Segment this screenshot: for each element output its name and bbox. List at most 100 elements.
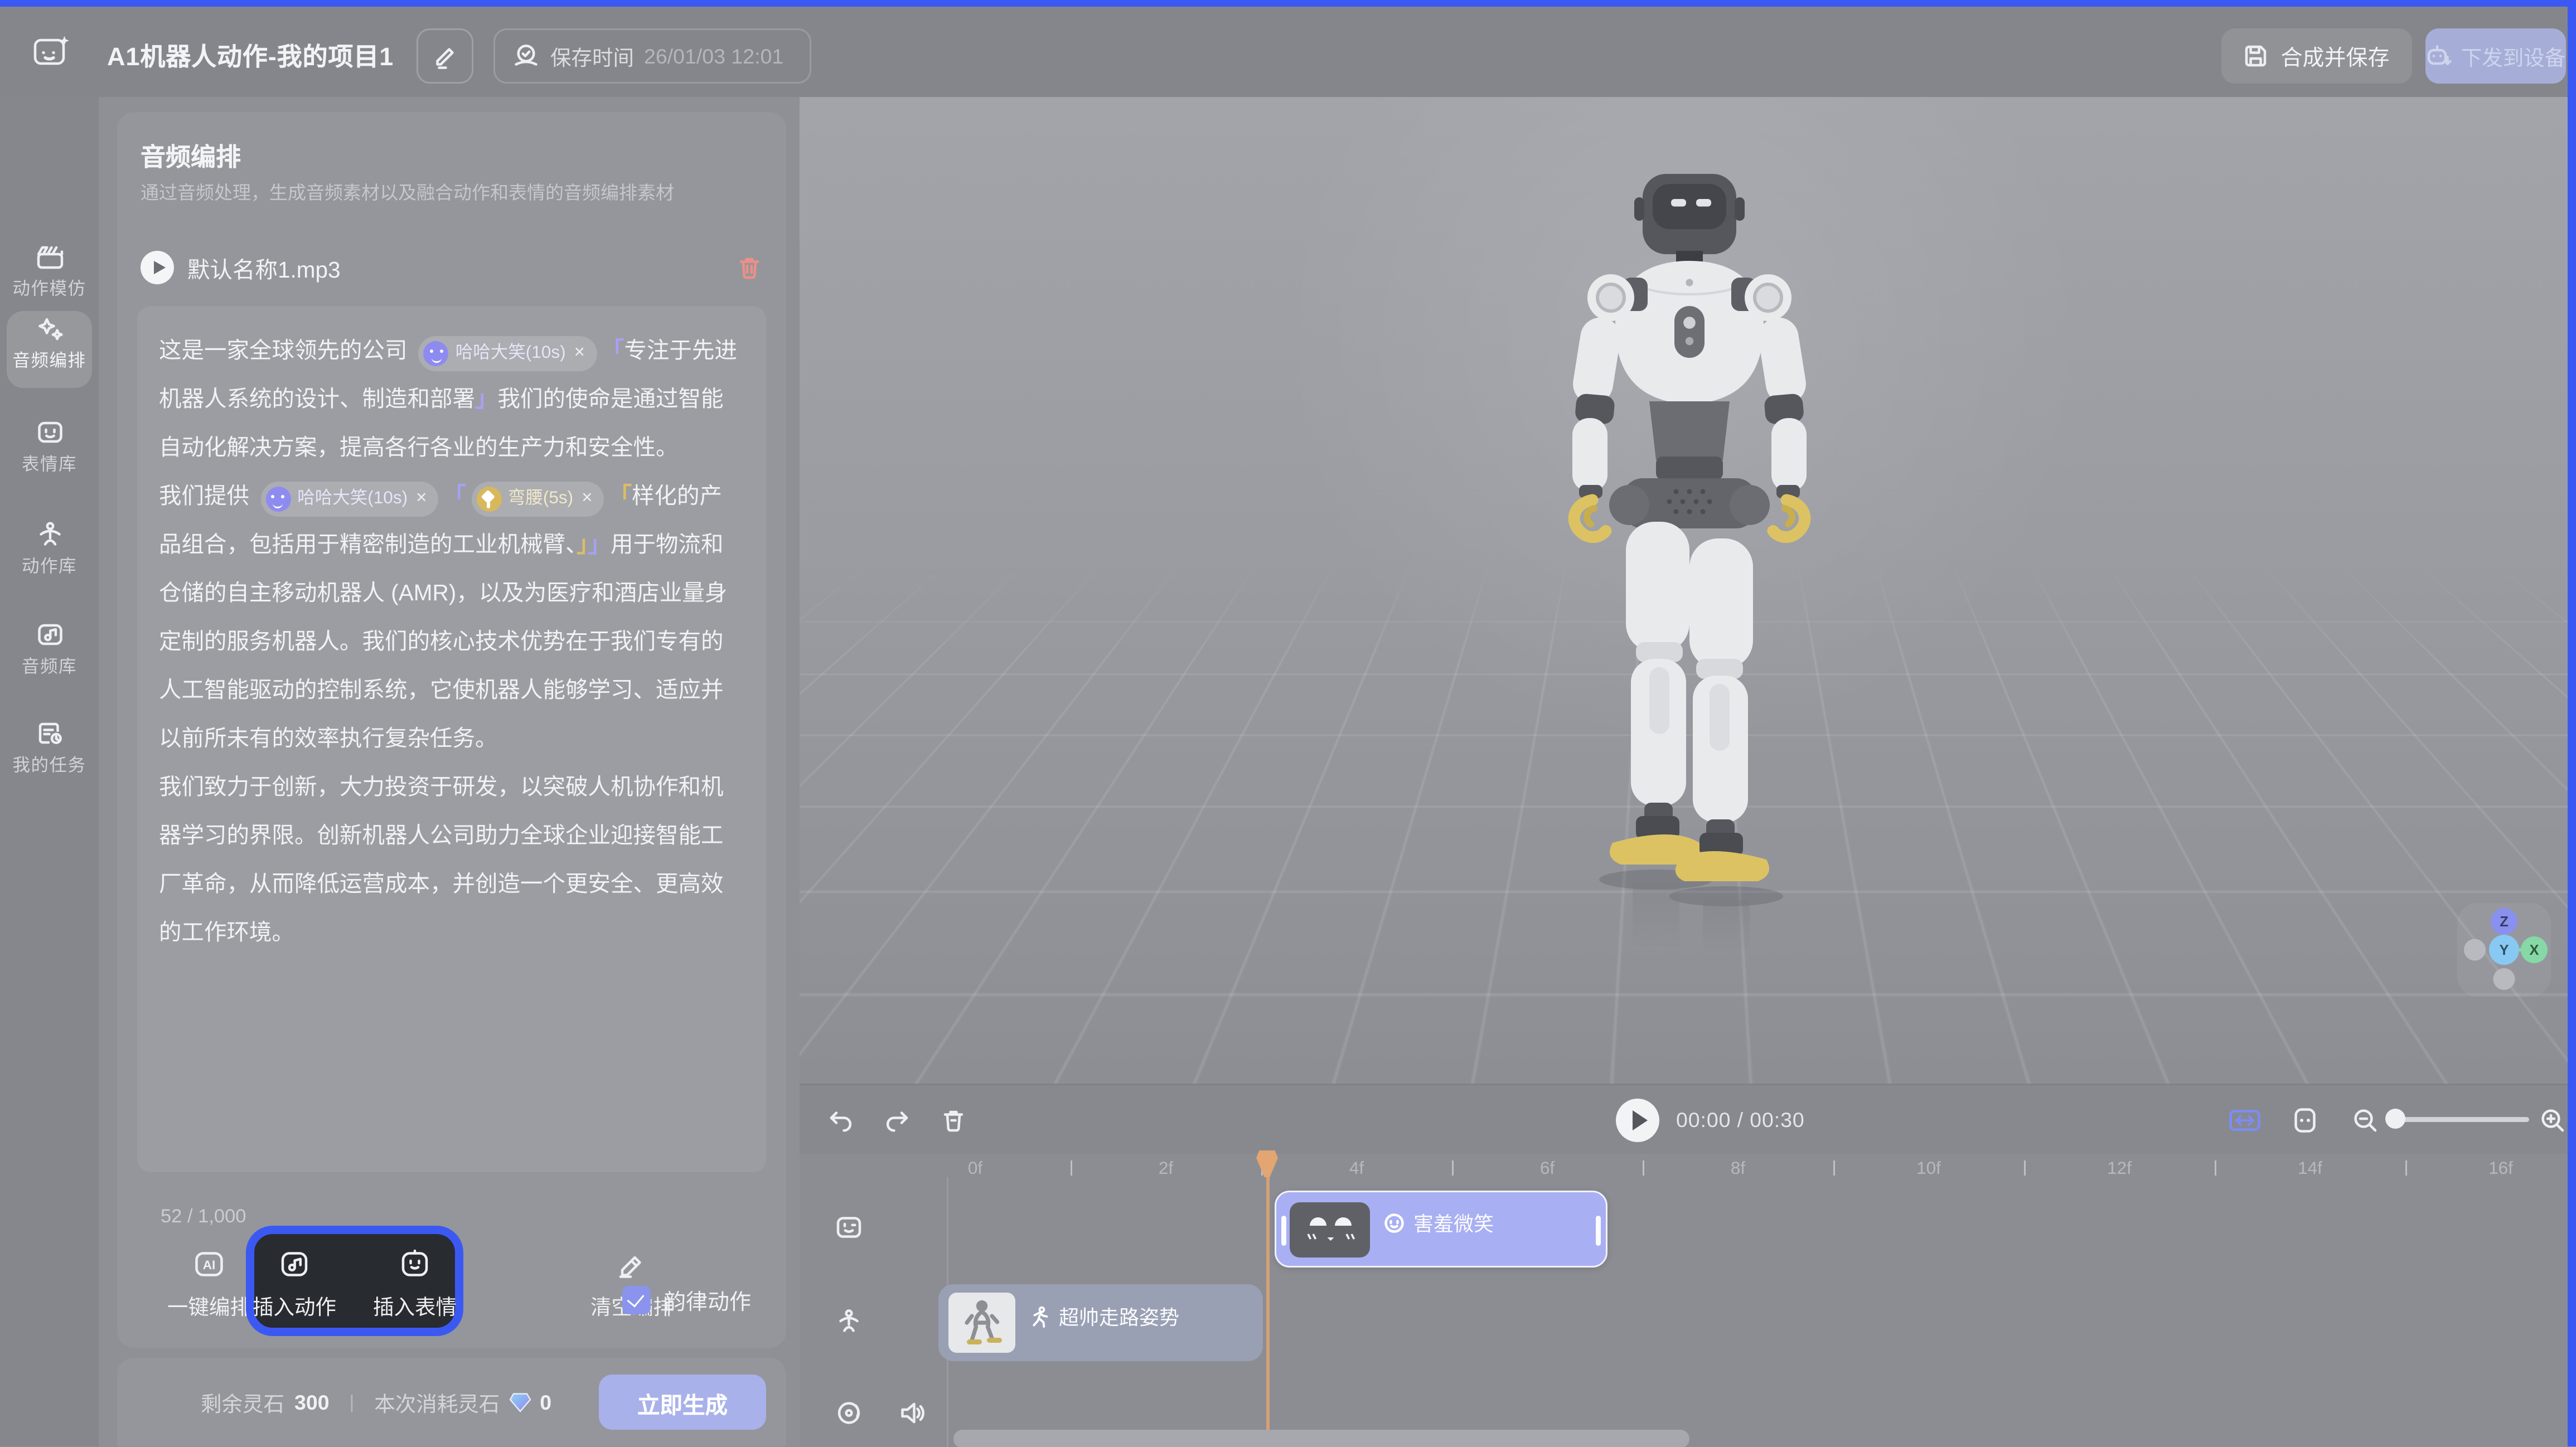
checkbox-checked-icon xyxy=(622,1286,651,1314)
redo-icon[interactable] xyxy=(883,1107,912,1134)
insert-expression-icon xyxy=(398,1249,432,1279)
snap-toggle-icon[interactable] xyxy=(2228,1107,2262,1134)
sidebar-item-audio-arrange[interactable]: 音频编排 xyxy=(0,314,99,373)
remaining-gems-label: 剩余灵石 xyxy=(201,1387,284,1419)
action-tag-icon xyxy=(476,487,501,512)
motion-clip[interactable]: 超帅走路姿势 xyxy=(938,1284,1263,1361)
svg-text:Z: Z xyxy=(2499,914,2508,930)
svg-text:X: X xyxy=(2529,943,2538,958)
deploy-label: 下发到设备 xyxy=(2461,40,2566,72)
text-segment: 我们致力于创新，大力投资于研发，以突破人机协作和机器学习的界限。创新机器人公司助… xyxy=(159,774,724,945)
expression-tag[interactable]: 哈哈大笑(10s)× xyxy=(260,482,438,517)
expression-track-icon xyxy=(835,1214,863,1241)
music-box-icon xyxy=(35,620,65,649)
tutorial-spotlight: 插入动作 插入表情 xyxy=(246,1226,463,1336)
one-click-arrange-button[interactable]: AI 一键编排 xyxy=(167,1249,251,1321)
action-tag[interactable]: 弯腰(5s)× xyxy=(471,482,604,517)
generate-footer: 剩余灵石 300 | 本次消耗灵石 0 立即生成 xyxy=(117,1358,786,1447)
tag-label: 弯腰(5s) xyxy=(508,475,573,523)
quote-mark: 」 xyxy=(475,386,498,411)
insert-motion-button[interactable]: 插入动作 xyxy=(253,1249,336,1328)
playhead-handle[interactable] xyxy=(1256,1150,1278,1177)
text-segment: 我们提供 xyxy=(159,483,255,508)
fit-view-icon[interactable] xyxy=(2292,1105,2318,1135)
quote-mark: 「 xyxy=(443,483,466,508)
task-list-icon xyxy=(35,719,65,747)
gizmo-neg-z[interactable] xyxy=(2492,968,2514,990)
undo-icon[interactable] xyxy=(826,1107,855,1134)
saved-check-icon xyxy=(512,42,540,70)
clapperboard-icon xyxy=(35,242,65,271)
expression-clip-label: 害羞微笑 xyxy=(1413,1209,1494,1237)
robot-download-icon xyxy=(2426,43,2453,69)
clear-icon xyxy=(616,1249,649,1279)
tag-label: 哈哈大笑(10s) xyxy=(297,475,408,523)
zoom-in-icon[interactable] xyxy=(2539,1107,2566,1134)
gizmo-neg-x[interactable] xyxy=(2463,939,2485,961)
script-editor[interactable]: 这是一家全球领先的公司 哈哈大笑(10s)×「专注于先进机器人系统的设计、制造和… xyxy=(137,306,766,1172)
save-icon xyxy=(2244,43,2269,69)
sidebar-item-expression-library[interactable]: 表情库 xyxy=(0,418,99,477)
rhythm-track-icon xyxy=(835,1400,863,1426)
frame-right-edge xyxy=(2567,0,2576,1447)
deploy-button[interactable]: 下发到设备 xyxy=(2425,28,2566,84)
3d-viewport[interactable]: Z Y X xyxy=(800,97,2567,1084)
smile-icon xyxy=(1383,1212,1405,1234)
tag-label: 哈哈大笑(10s) xyxy=(456,329,566,378)
tag-remove-button[interactable]: × xyxy=(416,475,427,523)
delete-clip-icon[interactable] xyxy=(940,1107,967,1134)
audio-file-name: 默认名称1.mp3 xyxy=(187,251,723,284)
clip-left-handle[interactable] xyxy=(1281,1216,1286,1246)
motion-track-icon xyxy=(835,1308,863,1334)
char-count: 52 / 1,000 xyxy=(161,1207,246,1227)
runner-icon xyxy=(1029,1306,1050,1328)
sidebar-item-motion-mimic[interactable]: 动作模仿 xyxy=(0,242,99,301)
rename-button[interactable] xyxy=(417,28,473,84)
text-segment: 用于物流和仓储的自主移动机器人 (AMR)，以及为医疗和酒店业量身定制的服务机器… xyxy=(159,532,727,751)
ai-icon: AI xyxy=(192,1249,226,1279)
timeline-zoom-slider[interactable] xyxy=(2395,1117,2529,1122)
save-time-value: 26/01/03 12:01 xyxy=(644,45,783,68)
expression-tag-icon xyxy=(424,341,449,366)
tag-remove-button[interactable]: × xyxy=(582,475,592,523)
rhythm-motion-toggle[interactable]: 韵律动作 xyxy=(622,1284,751,1316)
tag-remove-button[interactable]: × xyxy=(574,329,585,378)
person-icon xyxy=(35,520,65,548)
project-title: A1机器人动作-我的项目1 xyxy=(107,38,394,74)
expression-tag[interactable]: 哈哈大笑(10s)× xyxy=(419,336,597,371)
svg-text:Y: Y xyxy=(2498,943,2508,958)
quote-mark: 」 xyxy=(577,532,588,557)
audio-play-button[interactable] xyxy=(141,251,174,284)
nav-sidebar: 动作模仿 音频编排 表情库 动作库 音频库 xyxy=(0,97,99,1447)
merge-save-button[interactable]: 合成并保存 xyxy=(2221,28,2412,84)
motion-thumbnail xyxy=(948,1293,1015,1353)
view-gizmo[interactable]: Z Y X xyxy=(2457,903,2550,997)
audio-file-row: 默认名称1.mp3 xyxy=(141,246,763,289)
timeline-hscrollbar[interactable] xyxy=(953,1430,1689,1447)
insert-expression-button[interactable]: 插入表情 xyxy=(373,1249,457,1328)
expression-clip[interactable]: 害羞微笑 xyxy=(1275,1191,1607,1268)
sidebar-item-my-tasks[interactable]: 我的任务 xyxy=(0,719,99,778)
timeline: 0f 2f 4f 6f 8f 10f 12f 14f 16f xyxy=(800,1154,2567,1447)
zoom-out-icon[interactable] xyxy=(2352,1107,2379,1134)
robot-model[interactable] xyxy=(1439,164,1940,950)
frame-top-edge xyxy=(0,0,2576,7)
clip-right-handle[interactable] xyxy=(1596,1216,1601,1246)
cost-gems-label: 本次消耗灵石 xyxy=(374,1387,500,1419)
sidebar-item-motion-library[interactable]: 动作库 xyxy=(0,520,99,579)
app-root: A1机器人动作-我的项目1 保存时间 26/01/03 12:01 合成并保存 xyxy=(0,0,2576,1447)
mute-toggle-icon[interactable] xyxy=(898,1400,927,1426)
playback-bar: 00:00 / 00:30 xyxy=(800,1084,2567,1154)
quote-mark: 「 xyxy=(602,338,624,363)
timeline-zoom-knob[interactable] xyxy=(2385,1109,2405,1129)
playhead-line xyxy=(1266,1171,1269,1446)
save-time-label: 保存时间 xyxy=(550,40,634,72)
quote-mark: 「 xyxy=(609,483,632,508)
save-status: 保存时间 26/01/03 12:01 xyxy=(493,28,811,84)
generate-now-button[interactable]: 立即生成 xyxy=(599,1375,766,1430)
expression-tag-icon xyxy=(265,487,290,512)
play-button[interactable] xyxy=(1616,1099,1659,1142)
delete-audio-icon[interactable] xyxy=(736,254,763,281)
quote-mark: 」 xyxy=(588,532,611,557)
sidebar-item-audio-library[interactable]: 音频库 xyxy=(0,620,99,679)
